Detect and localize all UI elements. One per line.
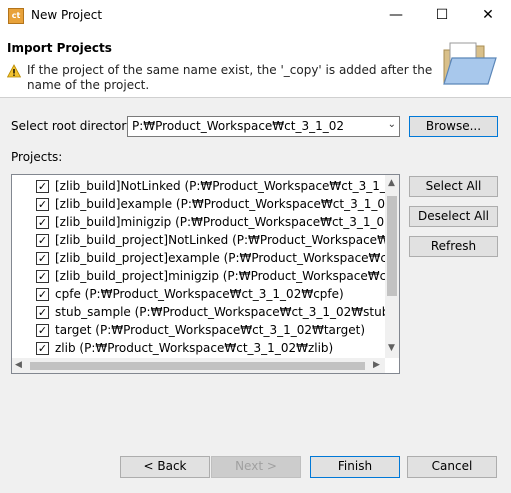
checkbox[interactable]: ✓ — [36, 270, 49, 283]
scroll-left-icon[interactable]: ◀ — [15, 360, 22, 370]
vertical-scroll-thumb[interactable] — [387, 196, 397, 296]
chevron-down-icon[interactable]: ⌄ — [388, 119, 396, 130]
close-button[interactable]: ✕ — [465, 0, 511, 31]
horizontal-scroll-thumb[interactable] — [30, 362, 365, 370]
project-name: [zlib_build_project]minigzip (P:₩Product… — [55, 269, 400, 283]
scroll-down-icon[interactable]: ▼ — [388, 343, 395, 353]
project-name: stub_sample (P:₩Product_Workspace₩ct_3_1… — [55, 305, 400, 319]
select-all-button[interactable]: Select All — [409, 176, 498, 197]
root-directory-value: P:₩Product_Workspace₩ct_3_1_02 — [132, 119, 345, 133]
warning-icon — [7, 64, 21, 78]
project-name: [zlib_build_project]NotLinked (P:₩Produc… — [55, 233, 400, 247]
checkbox[interactable]: ✓ — [36, 288, 49, 301]
scroll-up-icon[interactable]: ▲ — [388, 178, 395, 188]
root-directory-label: Select root directory: — [11, 119, 137, 133]
checkbox[interactable]: ✓ — [36, 306, 49, 319]
wizard-title: Import Projects — [7, 41, 112, 55]
scroll-right-icon[interactable]: ▶ — [373, 360, 380, 370]
project-name: [zlib_build]example (P:₩Product_Workspac… — [55, 197, 400, 211]
deselect-all-button[interactable]: Deselect All — [409, 206, 498, 227]
maximize-button[interactable]: ☐ — [419, 0, 465, 31]
checkbox[interactable]: ✓ — [36, 234, 49, 247]
checkbox[interactable]: ✓ — [36, 198, 49, 211]
refresh-button[interactable]: Refresh — [409, 236, 498, 257]
checkbox[interactable]: ✓ — [36, 252, 49, 265]
minimize-button[interactable]: — — [373, 0, 419, 31]
checkbox[interactable]: ✓ — [36, 216, 49, 229]
project-name: [zlib_build_project]example (P:₩Product_… — [55, 251, 400, 265]
cancel-button[interactable]: Cancel — [407, 456, 497, 478]
project-name: cpfe (P:₩Product_Workspace₩ct_3_1_02₩cpf… — [55, 287, 344, 301]
checkbox[interactable]: ✓ — [36, 342, 49, 355]
root-directory-combo[interactable]: P:₩Product_Workspace₩ct_3_1_02 ⌄ — [127, 116, 400, 137]
checkbox[interactable]: ✓ — [36, 324, 49, 337]
finish-button[interactable]: Finish — [310, 456, 400, 478]
project-name: [zlib_build]NotLinked (P:₩Product_Worksp… — [55, 179, 400, 193]
folder-icon — [443, 42, 497, 85]
checkbox[interactable]: ✓ — [36, 180, 49, 193]
projects-label: Projects: — [11, 150, 63, 164]
window-title: New Project — [31, 8, 103, 22]
project-name: zlib (P:₩Product_Workspace₩ct_3_1_02₩zli… — [55, 341, 334, 355]
back-button[interactable]: < Back — [120, 456, 210, 478]
project-name: target (P:₩Product_Workspace₩ct_3_1_02₩t… — [55, 323, 366, 337]
app-icon: ct — [8, 8, 24, 24]
next-button[interactable]: Next > — [211, 456, 301, 478]
wizard-message: If the project of the same name exist, t… — [27, 63, 433, 92]
project-name: [zlib_build]minigzip (P:₩Product_Workspa… — [55, 215, 400, 229]
projects-list[interactable]: ✓ [zlib_build]NotLinked (P:₩Product_Works… — [11, 174, 400, 374]
browse-button[interactable]: Browse... — [409, 116, 498, 137]
